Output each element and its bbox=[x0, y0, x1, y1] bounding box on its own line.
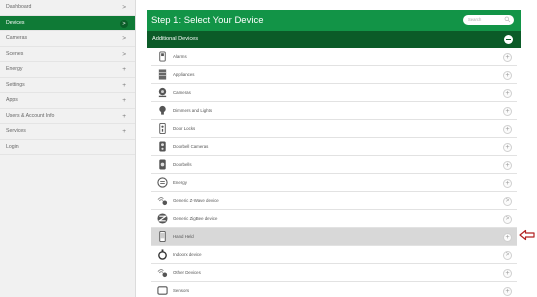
device-label: Appliances bbox=[173, 72, 195, 77]
plus-icon: + bbox=[122, 128, 126, 135]
sidebar-item-label: Services bbox=[6, 128, 26, 134]
page-title: Step 1: Select Your Device bbox=[151, 15, 264, 26]
step-header: Step 1: Select Your Device Search bbox=[147, 10, 521, 31]
sidebar-item-label: Users & Account Info bbox=[6, 112, 55, 119]
device-row-dimmers-and-lights[interactable]: Dimmers and Lights + bbox=[151, 102, 517, 120]
device-label: Door Locks bbox=[173, 126, 196, 131]
sidebar-item-label: Devices bbox=[6, 19, 25, 26]
device-row-sensors[interactable]: Sensors + bbox=[151, 282, 517, 297]
add-icon[interactable]: + bbox=[503, 268, 512, 278]
sidebar-item-cameras[interactable]: Cameras > bbox=[0, 31, 135, 47]
appliance-icon bbox=[158, 69, 167, 80]
add-icon[interactable]: + bbox=[503, 106, 512, 116]
search-icon bbox=[504, 16, 511, 23]
add-icon[interactable]: + bbox=[503, 52, 512, 62]
device-row-door-locks[interactable]: Door Locks + bbox=[151, 120, 517, 138]
sidebar-item-label: Settings bbox=[6, 81, 25, 88]
device-label: Dimmers and Lights bbox=[173, 108, 213, 113]
sidebar-item-label: Dashboard bbox=[6, 4, 32, 10]
device-row-indoorx-device[interactable]: Indoorx device > bbox=[151, 246, 517, 264]
device-row-energy[interactable]: Energy + bbox=[151, 174, 517, 192]
other-devices-icon bbox=[157, 269, 168, 278]
chevron-right-icon: > bbox=[122, 4, 126, 11]
device-label: Generic ZigBee device bbox=[173, 216, 218, 221]
plus-icon: + bbox=[122, 66, 126, 73]
device-label: Hand Held bbox=[173, 234, 194, 239]
sidebar: Dashboard > Devices > Cameras > Scenes >… bbox=[0, 0, 136, 297]
indoor-device-icon bbox=[158, 249, 167, 260]
zwave-icon bbox=[157, 197, 168, 206]
device-row-doorbell-cameras[interactable]: Doorbell Cameras + bbox=[151, 138, 517, 156]
sidebar-item-label: Login bbox=[6, 143, 19, 150]
device-row-alarms[interactable]: Alarms + bbox=[151, 48, 517, 66]
sidebar-item-login[interactable]: Login bbox=[0, 140, 135, 155]
doorbell-icon bbox=[159, 159, 166, 170]
sidebar-item-services[interactable]: Services + bbox=[0, 124, 135, 140]
device-label: Other Devices bbox=[173, 270, 201, 275]
device-label: Sensors bbox=[173, 288, 190, 293]
sidebar-item-scenes[interactable]: Scenes > bbox=[0, 47, 135, 62]
alarm-icon bbox=[159, 51, 166, 62]
add-icon[interactable]: + bbox=[503, 70, 512, 80]
sidebar-item-energy[interactable]: Energy + bbox=[0, 62, 135, 78]
device-row-hand-held[interactable]: Hand Held + bbox=[151, 228, 517, 246]
sidebar-item-apps[interactable]: Apps + bbox=[0, 93, 135, 109]
device-row-generic-zwave[interactable]: Generic Z-Wave device > bbox=[151, 192, 517, 210]
device-row-doorbells[interactable]: Doorbells + bbox=[151, 156, 517, 174]
device-list: Alarms + Appliances + Cameras + Dimmers … bbox=[151, 48, 517, 297]
main-panel: Step 1: Select Your Device Search Additi… bbox=[147, 10, 521, 297]
add-icon[interactable]: + bbox=[503, 160, 512, 170]
chevron-right-icon[interactable]: > bbox=[503, 196, 512, 206]
device-row-generic-zigbee[interactable]: Generic ZigBee device > bbox=[151, 210, 517, 228]
search-placeholder: Search bbox=[468, 17, 482, 22]
sidebar-item-devices[interactable]: Devices > bbox=[0, 15, 135, 31]
device-label: Alarms bbox=[173, 54, 187, 59]
add-icon[interactable]: + bbox=[503, 286, 512, 296]
add-icon[interactable]: + bbox=[503, 88, 512, 98]
chevron-right-icon[interactable]: > bbox=[503, 214, 512, 224]
search-input[interactable]: Search bbox=[463, 15, 514, 25]
device-row-cameras[interactable]: Cameras + bbox=[151, 84, 517, 102]
device-row-other-devices[interactable]: Other Devices + bbox=[151, 264, 517, 282]
sidebar-item-label: Scenes bbox=[6, 50, 24, 57]
device-label: Doorbells bbox=[173, 162, 192, 167]
plus-icon: + bbox=[122, 112, 126, 120]
device-label: Doorbell Cameras bbox=[173, 144, 209, 149]
sidebar-item-label: Apps bbox=[6, 97, 18, 103]
chevron-right-icon: > bbox=[120, 19, 128, 28]
page: Dashboard > Devices > Cameras > Scenes >… bbox=[0, 0, 537, 297]
sidebar-item-label: Energy bbox=[6, 66, 23, 72]
sidebar-item-label: Cameras bbox=[6, 35, 28, 41]
sidebar-item-users-account-info[interactable]: Users & Account Info + bbox=[0, 109, 135, 124]
sensor-icon bbox=[157, 286, 168, 295]
section-header[interactable]: Additional Devices bbox=[147, 31, 521, 48]
chevron-right-icon[interactable]: > bbox=[503, 250, 512, 260]
sidebar-item-settings[interactable]: Settings + bbox=[0, 78, 135, 93]
add-icon[interactable]: + bbox=[503, 124, 512, 134]
device-row-appliances[interactable]: Appliances + bbox=[151, 66, 517, 84]
handheld-icon bbox=[159, 231, 166, 242]
sidebar-item-dashboard[interactable]: Dashboard > bbox=[0, 0, 135, 16]
add-icon[interactable]: + bbox=[503, 178, 512, 188]
zigbee-icon bbox=[157, 213, 168, 224]
left-arrow-pointer-icon bbox=[519, 229, 535, 241]
device-label: Energy bbox=[173, 180, 187, 185]
add-icon[interactable]: + bbox=[503, 232, 512, 242]
device-label: Indoorx device bbox=[173, 252, 202, 257]
section-title: Additional Devices bbox=[152, 36, 199, 42]
device-label: Cameras bbox=[173, 90, 191, 95]
lightbulb-icon bbox=[159, 105, 166, 115]
energy-meter-icon bbox=[157, 177, 168, 188]
camera-icon bbox=[158, 87, 167, 98]
add-icon[interactable]: + bbox=[503, 142, 512, 152]
door-lock-icon bbox=[159, 123, 166, 134]
plus-icon: + bbox=[122, 81, 126, 89]
chevron-right-icon: > bbox=[122, 35, 126, 42]
device-label: Generic Z-Wave device bbox=[173, 198, 219, 203]
doorbell-camera-icon bbox=[159, 141, 166, 152]
collapse-icon[interactable] bbox=[504, 35, 513, 44]
chevron-right-icon: > bbox=[122, 50, 126, 58]
plus-icon: + bbox=[122, 97, 126, 104]
